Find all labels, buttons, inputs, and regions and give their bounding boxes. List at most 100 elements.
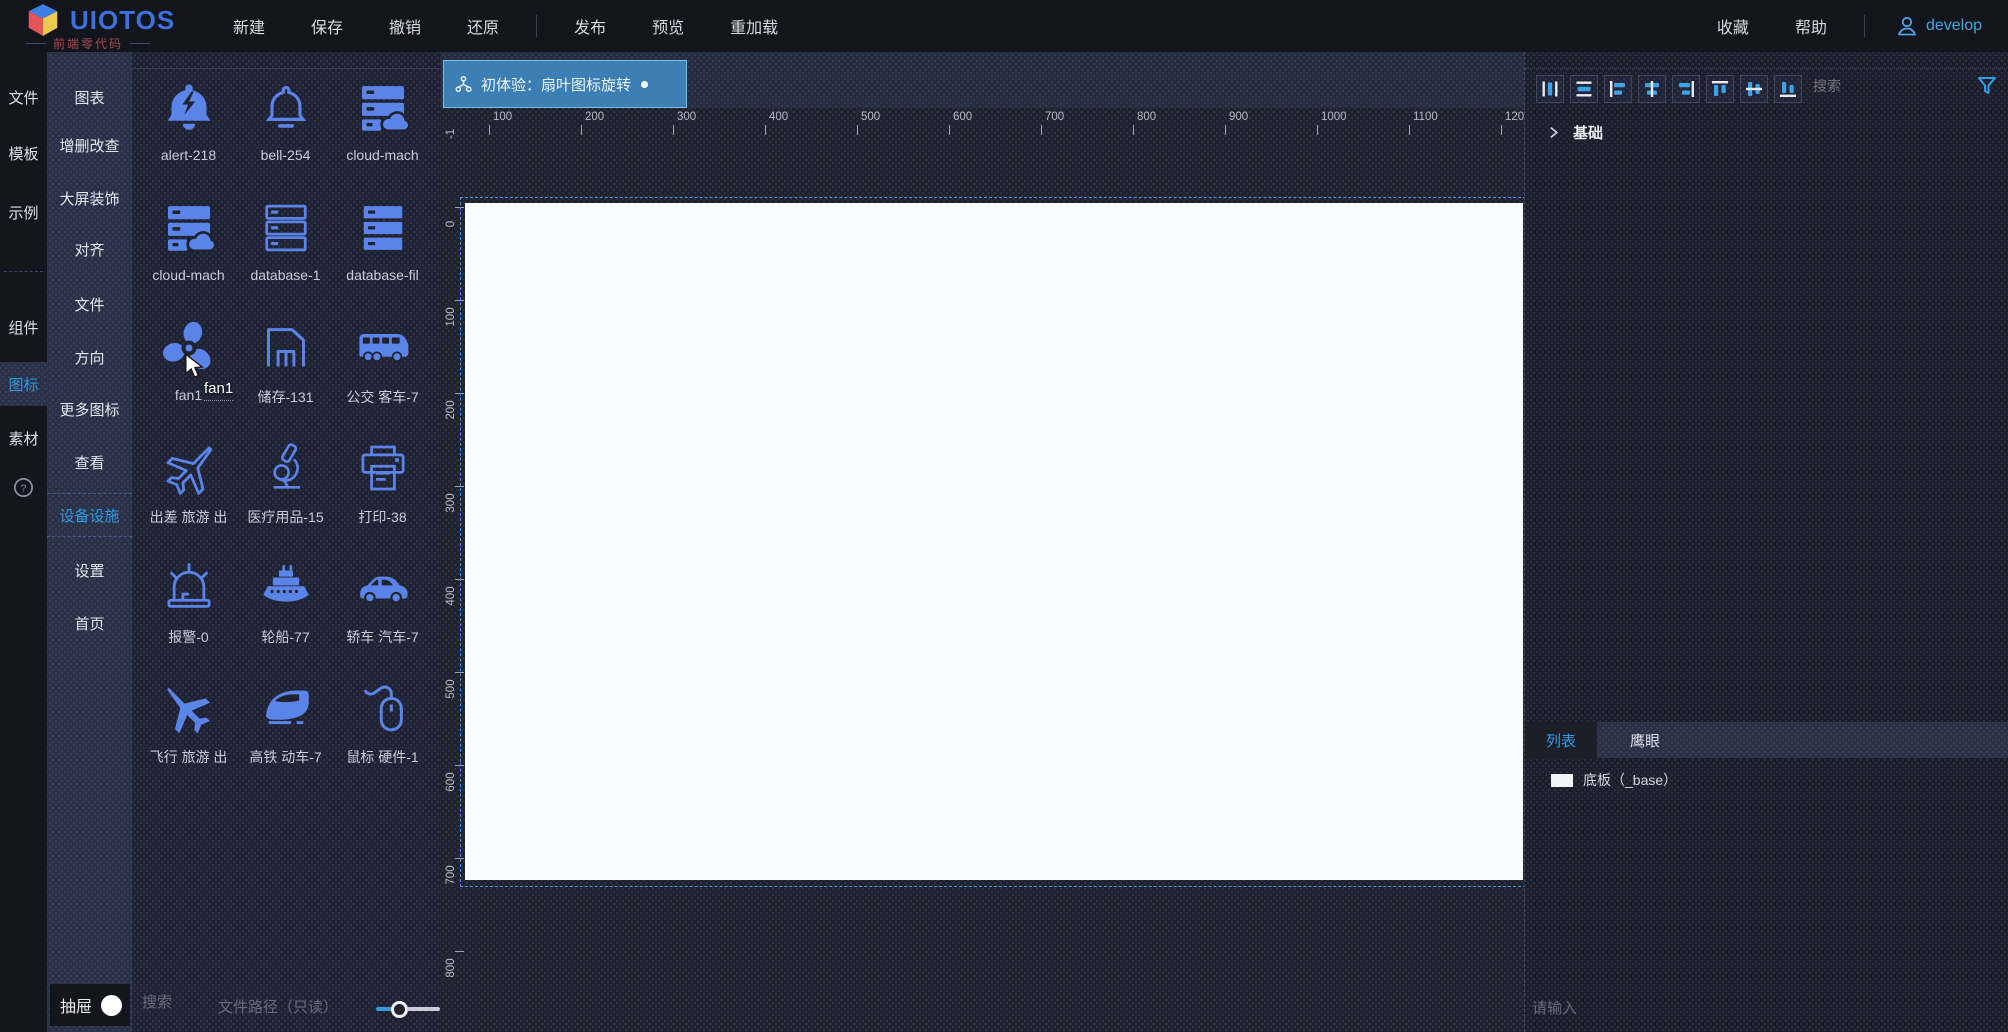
category-settings[interactable]: 设置: [47, 548, 132, 592]
icon-grid: alert-218 bell-254 cloud-mach cloud-mach…: [140, 72, 431, 792]
menu-favorites[interactable]: 收藏: [1694, 14, 1772, 38]
tab-eagle-eye[interactable]: 鹰眼: [1597, 722, 1693, 758]
icon-category-list: 图表 增删改查 大屏装饰 对齐 文件 方向 更多图标 查看 设备设施 设置 首页: [47, 52, 132, 1032]
category-screen-deco[interactable]: 大屏装饰: [47, 176, 132, 220]
distribute-horizontal-button[interactable]: [1536, 75, 1564, 103]
rail-item-components[interactable]: 组件: [0, 307, 47, 347]
page-tab[interactable]: 初体验：扇叶图标旋转: [443, 60, 687, 108]
drawer-toggle-knob[interactable]: [101, 995, 122, 1016]
align-center-button[interactable]: [1638, 75, 1666, 103]
category-devices[interactable]: 设备设施: [47, 493, 132, 537]
layer-item-base[interactable]: 底板（_base）: [1525, 766, 2008, 794]
right-panel: 基础 列表 鹰眼 底板（_base）: [1524, 52, 2008, 1032]
icon-cell-medical[interactable]: 医疗用品-15: [237, 432, 334, 552]
panel-footer-input[interactable]: [1532, 1000, 1772, 1017]
rail-item-materials[interactable]: 素材: [0, 418, 47, 458]
fan-icon: [161, 320, 217, 376]
icon-cell-bell[interactable]: bell-254: [237, 72, 334, 192]
icon-label: 医疗用品-15: [247, 507, 323, 527]
category-direction[interactable]: 方向: [47, 335, 132, 379]
file-path-label: 文件路径（只读）: [218, 996, 338, 1017]
icon-cell-alert[interactable]: alert-218: [140, 72, 237, 192]
h-ruler-label: 700: [1045, 111, 1064, 123]
panel-search-input[interactable]: [1813, 78, 1963, 94]
icon-cell-cloud-machine-1[interactable]: cloud-mach: [334, 72, 431, 192]
page-tab-strip: 初体验：扇叶图标旋转: [440, 52, 1524, 108]
menu-new[interactable]: 新建: [210, 14, 288, 38]
page-tab-title: 初体验：扇叶图标旋转: [481, 74, 631, 95]
zoom-slider[interactable]: [376, 1000, 440, 1018]
align-middle-button[interactable]: [1740, 75, 1768, 103]
v-ruler-label: 500: [444, 676, 458, 702]
category-files[interactable]: 文件: [47, 282, 132, 326]
menu-preview[interactable]: 预览: [629, 14, 707, 38]
menu-redo[interactable]: 还原: [444, 14, 522, 38]
help-icon[interactable]: [12, 476, 35, 499]
user-chip[interactable]: develop: [1895, 14, 1982, 38]
menu-publish[interactable]: 发布: [551, 14, 629, 38]
h-ruler-label: 1200: [1505, 111, 1524, 123]
top-right-menu: 收藏 帮助 develop: [1694, 14, 1982, 38]
app-subtitle-row: 前端零代码: [26, 35, 150, 52]
rail-item-templates[interactable]: 模板: [0, 133, 47, 173]
align-bottom-button[interactable]: [1774, 75, 1802, 103]
tab-list[interactable]: 列表: [1525, 722, 1597, 758]
logo-cube-icon: [24, 1, 62, 39]
align-right-button[interactable]: [1672, 75, 1700, 103]
icon-label: 打印-38: [358, 507, 406, 527]
rail-item-examples[interactable]: 示例: [0, 192, 47, 232]
v-ruler-label: 700: [444, 862, 458, 888]
category-more-icons[interactable]: 更多图标: [47, 387, 132, 431]
align-top-icon: [1709, 78, 1731, 100]
category-view[interactable]: 查看: [47, 440, 132, 484]
icon-cell-car[interactable]: 轿车 汽车-7: [334, 552, 431, 672]
icon-cell-flight[interactable]: 飞行 旅游 出: [140, 672, 237, 792]
category-crud[interactable]: 增删改查: [47, 123, 132, 167]
icon-cell-storage[interactable]: 储存-131: [237, 312, 334, 432]
icon-label: database-fil: [346, 267, 418, 283]
page-canvas[interactable]: [465, 203, 1523, 880]
icon-label: cloud-mach: [152, 267, 224, 283]
icon-cell-cloud-machine-2[interactable]: cloud-mach: [140, 192, 237, 312]
drawer-toggle[interactable]: 抽屉: [50, 984, 130, 1026]
main-menu: 新建 保存 撤销 还原 发布 预览 重加载: [210, 14, 801, 38]
icon-cell-bus[interactable]: 公交 客车-7: [334, 312, 431, 432]
icon-cell-database[interactable]: database-1: [237, 192, 334, 312]
menu-help[interactable]: 帮助: [1772, 14, 1850, 38]
rail-item-icons[interactable]: 图标: [0, 362, 47, 406]
distribute-vertical-button[interactable]: [1570, 75, 1598, 103]
zoom-slider-track: [407, 1007, 440, 1011]
h-ruler-label: 400: [769, 111, 788, 123]
category-align[interactable]: 对齐: [47, 227, 132, 271]
v-ruler-label: 600: [444, 769, 458, 795]
menu-undo[interactable]: 撤销: [366, 14, 444, 38]
zoom-slider-handle[interactable]: [391, 1001, 408, 1018]
icon-cell-printer[interactable]: 打印-38: [334, 432, 431, 552]
v-ruler-tick: [455, 765, 464, 766]
icon-cell-database-filled[interactable]: database-fil: [334, 192, 431, 312]
align-left-button[interactable]: [1604, 75, 1632, 103]
icon-label: 储存-131: [257, 387, 313, 407]
v-ruler-tick: [455, 486, 464, 487]
icon-cell-fan[interactable]: fan1: [140, 312, 237, 432]
filter-icon[interactable]: [1975, 74, 1999, 98]
icon-label: 轮船-77: [261, 627, 309, 647]
cloud-server-icon: [161, 200, 217, 256]
icon-cell-mouse[interactable]: 鼠标 硬件-1: [334, 672, 431, 792]
category-charts[interactable]: 图表: [47, 75, 132, 119]
icon-cell-train[interactable]: 高铁 动车-7: [237, 672, 334, 792]
v-ruler-tick: [455, 672, 464, 673]
icon-cell-siren[interactable]: 报警-0: [140, 552, 237, 672]
align-top-button[interactable]: [1706, 75, 1734, 103]
icon-cell-ship[interactable]: 轮船-77: [237, 552, 334, 672]
rail-item-files[interactable]: 文件: [0, 77, 47, 117]
menu-save[interactable]: 保存: [288, 14, 366, 38]
collapse-chevron-icon: [1547, 126, 1560, 139]
menu-reload[interactable]: 重加载: [707, 14, 801, 38]
ship-icon: [258, 560, 314, 616]
alert-bell-lightning-icon: [161, 80, 217, 136]
icon-cell-travel-plane[interactable]: 出差 旅游 出: [140, 432, 237, 552]
bottom-search-input[interactable]: [142, 994, 208, 1011]
category-home[interactable]: 首页: [47, 601, 132, 645]
section-basic[interactable]: 基础: [1547, 122, 1603, 143]
